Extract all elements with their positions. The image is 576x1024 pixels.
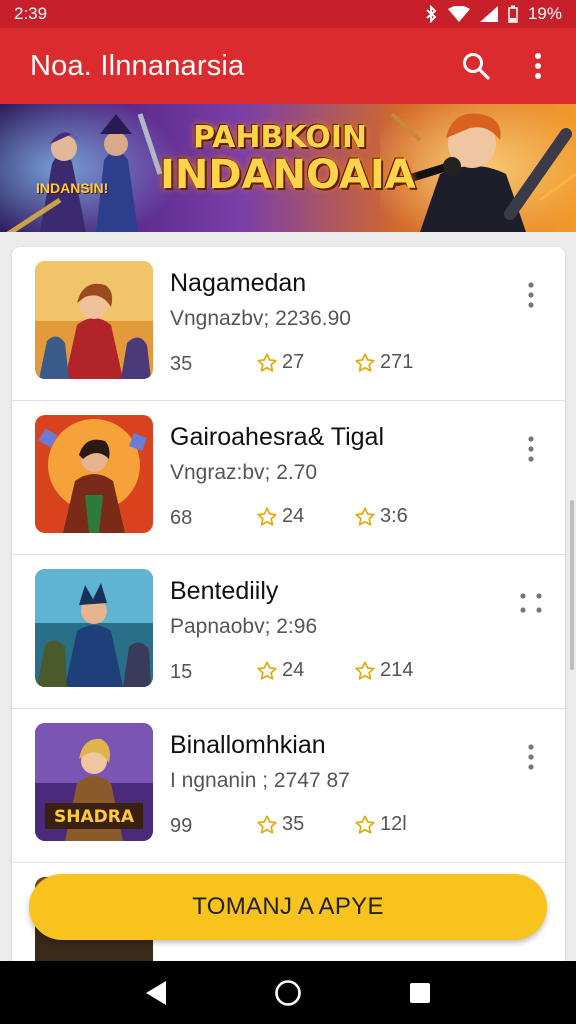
thumbnail-badge: SHADRA bbox=[54, 807, 135, 827]
game-stats: 15 24 214 bbox=[170, 659, 430, 685]
rating-a: 27 bbox=[256, 351, 304, 374]
game-subtitle: Vngnazbv; 2236.90 bbox=[170, 307, 351, 330]
rating-b-value: 214 bbox=[380, 659, 414, 681]
game-list: Nagamedan Vngnazbv; 2236.90 35 27 271 Ga… bbox=[12, 247, 565, 967]
game-subtitle: Papnaobv; 2:96 bbox=[170, 615, 318, 638]
primary-action-button[interactable]: TOMANJ A APYE bbox=[29, 874, 547, 940]
star-icon bbox=[257, 506, 277, 526]
scrollbar[interactable] bbox=[570, 500, 574, 670]
banner-title: PAHBKOIN INDANOAIA bbox=[160, 120, 416, 198]
rating-a-value: 27 bbox=[282, 351, 305, 373]
battery-percent: 19% bbox=[527, 4, 562, 23]
rating-b: 12l bbox=[354, 813, 407, 836]
more-vert-icon bbox=[528, 282, 534, 308]
rating-b-value: 3:6 bbox=[380, 505, 408, 527]
list-item[interactable]: Nagamedan Vngnazbv; 2236.90 35 27 271 bbox=[12, 247, 565, 401]
wifi-icon bbox=[447, 6, 470, 22]
game-title: Gairoahesra& Tigal bbox=[170, 423, 385, 451]
system-nav-bar bbox=[0, 961, 576, 1024]
star-icon bbox=[257, 352, 277, 372]
item-more-button[interactable] bbox=[521, 433, 541, 465]
star-icon bbox=[355, 660, 375, 680]
star-icon bbox=[257, 814, 277, 834]
game-thumbnail: SHADRA bbox=[35, 723, 153, 841]
game-stats: 68 24 3:6 bbox=[170, 505, 430, 531]
game-thumbnail bbox=[35, 261, 153, 379]
rating-a-value: 35 bbox=[282, 813, 305, 835]
game-thumbnail bbox=[35, 569, 153, 687]
game-thumbnail bbox=[35, 415, 153, 533]
rating-a: 24 bbox=[256, 659, 304, 682]
list-item[interactable]: Bentediily Papnaobv; 2:96 15 24 214 bbox=[12, 555, 565, 709]
stat-count: 68 bbox=[170, 507, 193, 529]
star-icon bbox=[355, 506, 375, 526]
star-icon bbox=[355, 352, 375, 372]
signal-icon bbox=[479, 6, 498, 22]
game-title: Binallomhkian bbox=[170, 731, 326, 759]
rating-a: 35 bbox=[256, 813, 304, 836]
overflow-menu-button[interactable] bbox=[518, 46, 558, 86]
banner-title-line2: INDANOAIA bbox=[160, 151, 416, 198]
item-more-button[interactable] bbox=[517, 587, 547, 619]
rating-b: 3:6 bbox=[354, 505, 408, 528]
rating-b-value: 12l bbox=[380, 813, 407, 835]
game-subtitle: Vngraz:bv; 2.70 bbox=[170, 461, 318, 484]
more-vert-icon bbox=[528, 744, 534, 770]
promo-banner[interactable]: INDANSIN! PAHBKOIN INDANOAIA bbox=[0, 104, 576, 232]
rating-a-value: 24 bbox=[282, 659, 305, 681]
home-icon bbox=[275, 979, 301, 1006]
item-more-button[interactable] bbox=[521, 279, 541, 311]
banner-small-label: INDANSIN! bbox=[36, 180, 109, 196]
recents-icon bbox=[410, 982, 430, 1003]
game-title: Bentediily bbox=[170, 577, 279, 605]
app-bar-actions bbox=[456, 46, 558, 86]
game-stats: 99 35 12l bbox=[170, 813, 430, 839]
rating-b-value: 271 bbox=[380, 351, 414, 373]
stat-count: 35 bbox=[170, 353, 193, 375]
rating-a-value: 24 bbox=[282, 505, 305, 527]
nav-back-button[interactable] bbox=[131, 968, 181, 1018]
star-icon bbox=[257, 660, 277, 680]
rating-b: 271 bbox=[354, 351, 413, 374]
more-grid-icon bbox=[520, 593, 542, 613]
more-vert-icon bbox=[528, 436, 534, 462]
item-more-button[interactable] bbox=[521, 741, 541, 773]
star-icon bbox=[355, 814, 375, 834]
banner-title-line1: PAHBKOIN bbox=[192, 120, 368, 155]
bluetooth-icon bbox=[426, 5, 437, 23]
game-title: Nagamedan bbox=[170, 269, 307, 297]
battery-icon bbox=[508, 5, 518, 23]
nav-home-button[interactable] bbox=[263, 968, 313, 1018]
app-bar: Noa. Ilnnanarsia bbox=[0, 28, 576, 104]
status-icons: 19% bbox=[424, 4, 562, 24]
search-icon bbox=[463, 53, 490, 80]
status-time: 2:39 bbox=[14, 4, 48, 23]
rating-b: 214 bbox=[354, 659, 413, 682]
game-stats: 35 27 271 bbox=[170, 351, 430, 377]
search-button[interactable] bbox=[456, 46, 496, 86]
list-item[interactable]: SHADRA Binallomhkian I ngnanin ; 2747 87… bbox=[12, 709, 565, 863]
rating-a: 24 bbox=[256, 505, 304, 528]
more-vert-icon bbox=[535, 53, 541, 79]
list-item[interactable]: Gairoahesra& Tigal Vngraz:bv; 2.70 68 24… bbox=[12, 401, 565, 555]
stat-count: 15 bbox=[170, 661, 193, 683]
status-bar: 2:39 19% bbox=[0, 0, 576, 28]
back-icon bbox=[146, 980, 166, 1005]
app-title: Noa. Ilnnanarsia bbox=[30, 49, 245, 82]
game-subtitle: I ngnanin ; 2747 87 bbox=[170, 769, 350, 792]
nav-recents-button[interactable] bbox=[395, 968, 445, 1018]
stat-count: 99 bbox=[170, 815, 193, 837]
